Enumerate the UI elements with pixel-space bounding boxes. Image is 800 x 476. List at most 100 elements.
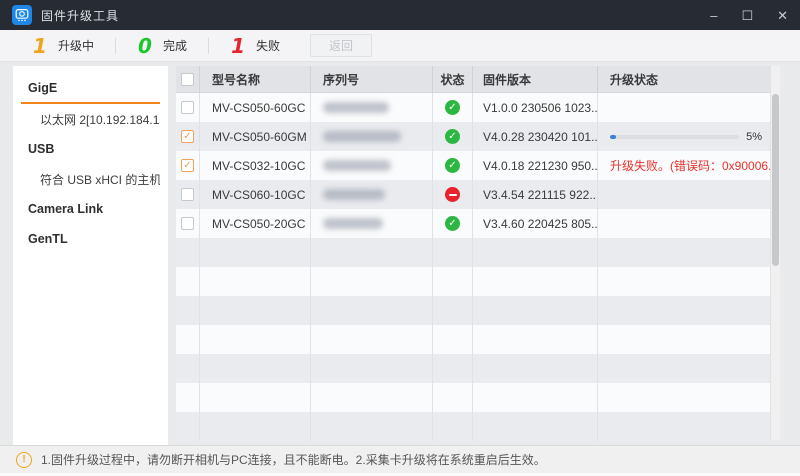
serial-redacted (323, 160, 391, 171)
table-row-empty (176, 354, 770, 383)
scrollbar-thumb[interactable] (772, 94, 779, 266)
status-cell: ✓ (433, 151, 473, 180)
minus-glyph (449, 194, 457, 196)
firmware-version: V3.4.54 221115 922... (473, 180, 598, 209)
serial-cell (311, 93, 433, 122)
serial-redacted (323, 102, 389, 113)
back-button[interactable]: 返回 (310, 34, 372, 57)
model-name: MV-CS060-10GC (200, 180, 311, 209)
progress-percent: 5% (746, 131, 762, 143)
maximize-button[interactable]: ☐ (741, 9, 753, 22)
checkbox-cell: ✓ (176, 122, 200, 151)
warning-icon: ! (16, 452, 32, 468)
checkbox-cell (176, 180, 200, 209)
table-row-empty (176, 238, 770, 267)
firmware-version: V4.0.28 230420 101... (473, 122, 598, 151)
status-cell: ✓ (433, 122, 473, 151)
upgrading-count: 1 (32, 36, 48, 56)
app-icon (12, 5, 32, 25)
footer: ! 1.固件升级过程中，请勿断开相机与PC连接，且不能断电。2.采集卡升级将在系… (0, 445, 800, 476)
upgrade-status-cell (598, 209, 770, 238)
status-error-icon (445, 187, 460, 202)
sidebar-item-camera-link[interactable]: Camera Link (21, 194, 160, 224)
row-checkbox[interactable] (181, 101, 194, 114)
status-ok-icon: ✓ (445, 158, 460, 173)
table-row[interactable]: MV-CS050-20GC ✓ V3.4.60 220425 805... (176, 209, 770, 238)
header-status: 状态 (433, 66, 473, 92)
model-name: MV-CS050-60GM (200, 122, 311, 151)
row-checkbox[interactable] (181, 217, 194, 230)
table-row[interactable]: ✓ MV-CS032-10GC ✓ V4.0.18 221230 950... 升级失败… (176, 151, 770, 180)
progress-track (610, 135, 739, 139)
upgrade-status-cell (598, 93, 770, 122)
row-checkbox[interactable] (181, 188, 194, 201)
checkbox-cell: ✓ (176, 151, 200, 180)
status-cell: ✓ (433, 209, 473, 238)
header-model: 型号名称 (200, 66, 311, 92)
row-checkbox[interactable]: ✓ (181, 130, 194, 143)
upgrade-error-text: 升级失败。(错误码：0x90006... (610, 157, 770, 174)
table-body: MV-CS050-60GC✓V1.0.0 230506 1023...✓MV-C… (176, 93, 770, 441)
table-row[interactable]: MV-CS050-60GC✓V1.0.0 230506 1023... (176, 93, 770, 122)
table-row-empty (176, 383, 770, 412)
upgrade-status-cell: 5% (598, 122, 770, 151)
firmware-version: V4.0.18 221230 950... (473, 151, 598, 180)
window-title: 固件升级工具 (41, 7, 119, 24)
table-row[interactable]: ✓ MV-CS050-60GM ✓ V4.0.28 230420 101... 5% (176, 122, 770, 151)
serial-cell (311, 122, 433, 151)
camera-glyph (14, 7, 30, 23)
sidebar: GigE 以太网 2[10.192.184.13] USB 符合 USB xHC… (13, 66, 168, 445)
done-label: 完成 (163, 37, 187, 54)
header-firmware: 固件版本 (473, 66, 598, 92)
sidebar-item-gentl[interactable]: GenTL (21, 224, 160, 254)
table-row-empty (176, 412, 770, 441)
status-cell (433, 180, 473, 209)
model-name: MV-CS050-60GC (200, 93, 311, 122)
failed-label: 失败 (256, 37, 280, 54)
divider (208, 38, 209, 54)
upgrade-progress-bar: 5% (610, 131, 762, 143)
model-name: MV-CS050-20GC (200, 209, 311, 238)
sidebar-item-ethernet2[interactable]: 以太网 2[10.192.184.13] (21, 104, 160, 134)
failed-count: 1 (230, 36, 246, 56)
table-header: 型号名称 序列号 状态 固件版本 升级状态 (176, 66, 770, 93)
upgrade-status-cell: 升级失败。(错误码：0x90006... (598, 151, 770, 180)
status-ok-icon: ✓ (445, 129, 460, 144)
close-button[interactable]: ✕ (777, 9, 788, 22)
upgrading-label: 升级中 (58, 37, 94, 54)
select-all-checkbox[interactable] (181, 73, 194, 86)
device-table: 型号名称 序列号 状态 固件版本 升级状态 MV-CS050-60GC✓V1.0… (176, 66, 780, 445)
firmware-version: V3.4.60 220425 805... (473, 209, 598, 238)
row-checkbox[interactable]: ✓ (181, 159, 194, 172)
header-upgrade: 升级状态 (598, 66, 770, 92)
titlebar: 固件升级工具 – ☐ ✕ (0, 0, 800, 30)
serial-cell (311, 151, 433, 180)
serial-cell (311, 209, 433, 238)
footer-notice: 1.固件升级过程中，请勿断开相机与PC连接，且不能断电。2.采集卡升级将在系统重… (41, 451, 546, 468)
sidebar-item-usb[interactable]: USB (21, 134, 160, 164)
progress-fill (610, 135, 616, 139)
serial-redacted (323, 189, 385, 200)
main-content: GigE 以太网 2[10.192.184.13] USB 符合 USB xHC… (0, 62, 800, 445)
model-name: MV-CS032-10GC (200, 151, 311, 180)
sidebar-item-gige[interactable]: GigE (21, 74, 160, 104)
toolbar: 1 升级中 0 完成 1 失败 返回 (0, 30, 800, 62)
table-row-empty (176, 296, 770, 325)
minimize-button[interactable]: – (710, 9, 717, 22)
serial-redacted (323, 131, 401, 142)
checkbox-cell (176, 93, 200, 122)
status-ok-icon: ✓ (445, 100, 460, 115)
serial-redacted (323, 218, 383, 229)
status-cell: ✓ (433, 93, 473, 122)
status-ok-icon: ✓ (445, 216, 460, 231)
upgrade-status-cell (598, 180, 770, 209)
table-row-empty (176, 325, 770, 354)
done-count: 0 (137, 36, 153, 56)
table-row-empty (176, 267, 770, 296)
table-row[interactable]: MV-CS060-10GC V3.4.54 221115 922... (176, 180, 770, 209)
header-checkbox-cell (176, 66, 200, 92)
table-scrollbar[interactable] (770, 66, 780, 440)
divider (115, 38, 116, 54)
header-serial: 序列号 (311, 66, 433, 92)
sidebar-item-usb-xhci[interactable]: 符合 USB xHCI 的主机控... (21, 164, 160, 194)
